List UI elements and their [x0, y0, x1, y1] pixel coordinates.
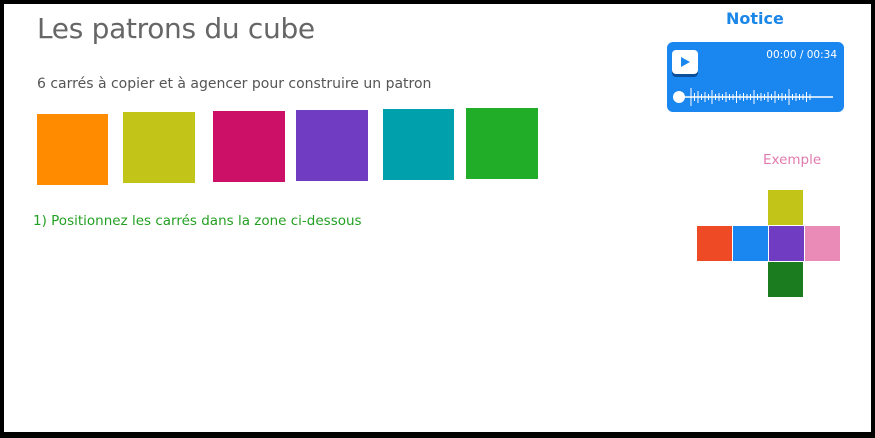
- net-center-purple: [769, 226, 804, 261]
- net-blue: [733, 226, 768, 261]
- orange-square[interactable]: [37, 114, 108, 185]
- play-icon: [681, 57, 690, 67]
- instruction-text: 1) Positionnez les carrés dans la zone c…: [33, 213, 362, 229]
- audio-scrubber[interactable]: [673, 86, 835, 108]
- green-square[interactable]: [466, 108, 538, 179]
- page-title: Les patrons du cube: [37, 12, 315, 45]
- play-button[interactable]: [672, 50, 698, 74]
- time-readout: 00:00 / 00:34: [766, 49, 837, 61]
- activity-canvas: Les patrons du cube 6 carrés à copier et…: [4, 4, 871, 432]
- notice-title: Notice: [726, 9, 784, 28]
- subtitle: 6 carrés à copier et à agencer pour cons…: [37, 76, 432, 92]
- scrubber-handle: [673, 91, 685, 103]
- example-label: Exemple: [763, 152, 822, 168]
- net-left-red: [697, 226, 732, 261]
- purple-square[interactable]: [296, 110, 368, 181]
- net-right-pink: [805, 226, 840, 261]
- net-top-olive: [768, 190, 803, 225]
- audio-player: 00:00 / 00:34: [667, 42, 844, 112]
- net-bottom-green: [768, 262, 803, 297]
- waveform-icon: [690, 88, 811, 106]
- olive-square[interactable]: [123, 112, 195, 183]
- magenta-square[interactable]: [213, 111, 285, 182]
- teal-square[interactable]: [383, 109, 454, 180]
